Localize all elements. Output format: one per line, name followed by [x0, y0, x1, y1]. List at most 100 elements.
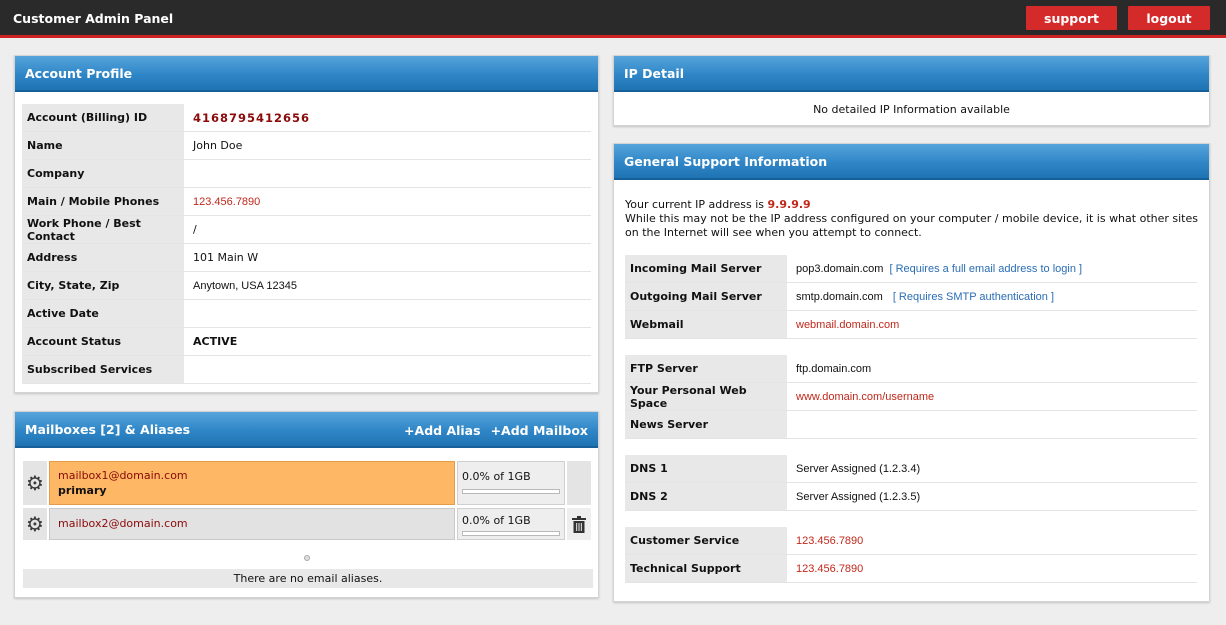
- profile-row-active-date: Active Date: [22, 300, 591, 328]
- support-ip-value: 9.9.9.9: [767, 198, 811, 211]
- pager-dot: [304, 555, 310, 561]
- customer-service-phone[interactable]: 123.456.7890: [787, 527, 1197, 554]
- add-alias-link[interactable]: +Add Alias: [404, 423, 481, 438]
- support-ip-note: While this may not be the IP address con…: [625, 212, 1198, 239]
- ftp-server: ftp.domain.com: [796, 362, 872, 375]
- support-header: General Support Information: [614, 144, 1209, 180]
- web-row-webspace: Your Personal Web Space www.domain.com/u…: [625, 383, 1197, 411]
- profile-key: Active Date: [22, 300, 184, 327]
- mailbox-row: ⚙ mailbox2@domain.com 0.0% of 1GB: [23, 508, 591, 540]
- support-key: DNS 2: [625, 483, 787, 510]
- dns-2-value: Server Assigned (1.2.3.5): [796, 490, 921, 503]
- mailbox-address[interactable]: mailbox2@domain.com: [58, 517, 454, 530]
- profile-value-city: Anytown, USA 12345: [193, 279, 297, 292]
- webmail-link[interactable]: webmail.domain.com: [787, 311, 1197, 338]
- contact-row-customer-service: Customer Service 123.456.7890: [625, 527, 1197, 555]
- mail-value-outgoing: smtp.domain.com [ Requires SMTP authenti…: [787, 283, 1197, 310]
- mailbox-quota-text: 0.0% of 1GB: [462, 514, 531, 527]
- mailbox-quota-text: 0.0% of 1GB: [462, 470, 531, 483]
- mail-row-outgoing: Outgoing Mail Server smtp.domain.com [ R…: [625, 283, 1197, 311]
- mailbox-primary-tag: primary: [58, 484, 107, 497]
- support-button[interactable]: support: [1026, 6, 1117, 30]
- support-key: FTP Server: [625, 355, 787, 382]
- profile-value-work-phone: /: [193, 223, 197, 236]
- profile-value-status: ACTIVE: [193, 335, 238, 348]
- support-ip-info: Your current IP address is 9.9.9.9 While…: [625, 198, 1201, 240]
- ip-detail-panel: IP Detail No detailed IP Information ava…: [613, 55, 1210, 126]
- incoming-server: pop3.domain.com: [796, 262, 884, 275]
- profile-key: Subscribed Services: [22, 356, 184, 383]
- account-profile-header: Account Profile: [15, 56, 598, 92]
- profile-row-work-phone: Work Phone / Best Contact /: [22, 216, 591, 244]
- web-row-news: News Server: [625, 411, 1197, 439]
- profile-row-name: Name John Doe: [22, 132, 591, 160]
- ip-detail-title: IP Detail: [624, 65, 684, 81]
- profile-value-phones[interactable]: 123.456.7890: [184, 188, 591, 215]
- contacts-table: Customer Service 123.456.7890 Technical …: [625, 527, 1197, 583]
- support-ip-prefix: Your current IP address is: [625, 198, 768, 211]
- profile-value-company: [184, 160, 591, 187]
- profile-key: Work Phone / Best Contact: [22, 216, 184, 243]
- profile-row-billing-id: Account (Billing) ID 4168795412656: [22, 104, 591, 132]
- add-mailbox-link[interactable]: +Add Mailbox: [491, 423, 588, 438]
- profile-row-services: Subscribed Services: [22, 356, 591, 384]
- profile-key: Address: [22, 244, 184, 271]
- logout-button[interactable]: logout: [1128, 6, 1210, 30]
- profile-row-status: Account Status ACTIVE: [22, 328, 591, 356]
- outgoing-server: smtp.domain.com: [796, 290, 883, 303]
- support-key: Webmail: [625, 311, 787, 338]
- dns-row-2: DNS 2 Server Assigned (1.2.3.5): [625, 483, 1197, 511]
- mailbox-quota-bar: [462, 531, 560, 536]
- profile-value-active-date: [184, 300, 591, 327]
- trash-icon[interactable]: [567, 508, 591, 540]
- profile-value-address: 101 Main W: [193, 251, 259, 264]
- profile-key: Account (Billing) ID: [22, 104, 184, 131]
- dns-row-1: DNS 1 Server Assigned (1.2.3.4): [625, 455, 1197, 483]
- ip-detail-header: IP Detail: [614, 56, 1209, 92]
- ip-detail-message: No detailed IP Information available: [813, 103, 1010, 116]
- mail-server-table: Incoming Mail Server pop3.domain.com [ R…: [625, 255, 1197, 339]
- mailboxes-header: Mailboxes [2] & Aliases +Add Alias +Add …: [15, 412, 598, 448]
- web-space-link[interactable]: www.domain.com/username: [787, 383, 1197, 410]
- web-row-ftp: FTP Server ftp.domain.com: [625, 355, 1197, 383]
- mailbox-quota: 0.0% of 1GB: [457, 461, 565, 505]
- contact-row-technical-support: Technical Support 123.456.7890: [625, 555, 1197, 583]
- support-key: Technical Support: [625, 555, 787, 582]
- profile-key: Main / Mobile Phones: [22, 188, 184, 215]
- profile-row-city: City, State, Zip Anytown, USA 12345: [22, 272, 591, 300]
- mailbox-actions-cell: [567, 461, 591, 505]
- mailbox-row: ⚙ mailbox1@domain.com primary 0.0% of 1G…: [23, 461, 591, 505]
- news-server: [787, 411, 1197, 438]
- top-bar: Customer Admin Panel support logout: [0, 0, 1226, 38]
- support-title: General Support Information: [624, 153, 828, 169]
- profile-key: Name: [22, 132, 184, 159]
- mail-value-incoming: pop3.domain.com [ Requires a full email …: [787, 255, 1197, 282]
- mailboxes-title: Mailboxes [2] & Aliases: [25, 421, 191, 437]
- mailboxes-panel: Mailboxes [2] & Aliases +Add Alias +Add …: [14, 411, 599, 598]
- gear-icon[interactable]: ⚙: [23, 508, 47, 540]
- support-key: Incoming Mail Server: [625, 255, 787, 282]
- mailbox-address[interactable]: mailbox1@domain.com: [58, 469, 454, 482]
- dns-table: DNS 1 Server Assigned (1.2.3.4) DNS 2 Se…: [625, 455, 1197, 511]
- account-profile-table: Account (Billing) ID 4168795412656 Name …: [22, 104, 591, 384]
- gear-icon[interactable]: ⚙: [23, 461, 47, 505]
- account-profile-title: Account Profile: [25, 65, 133, 81]
- profile-value-services: [184, 356, 591, 383]
- support-key: Outgoing Mail Server: [625, 283, 787, 310]
- incoming-server-note: [ Requires a full email address to login…: [889, 262, 1083, 275]
- profile-key: Company: [22, 160, 184, 187]
- profile-value-billing-id: 4168795412656: [193, 110, 311, 125]
- profile-key: City, State, Zip: [22, 272, 184, 299]
- technical-support-phone[interactable]: 123.456.7890: [787, 555, 1197, 582]
- mailbox-quota: 0.0% of 1GB: [457, 508, 565, 540]
- dns-1-value: Server Assigned (1.2.3.4): [796, 462, 921, 475]
- profile-value-name: John Doe: [193, 139, 243, 152]
- support-key: DNS 1: [625, 455, 787, 482]
- account-profile-panel: Account Profile Account (Billing) ID 416…: [14, 55, 599, 393]
- mailbox-entry[interactable]: mailbox1@domain.com primary: [49, 461, 455, 505]
- mail-row-webmail: Webmail webmail.domain.com: [625, 311, 1197, 339]
- profile-row-phones: Main / Mobile Phones 123.456.7890: [22, 188, 591, 216]
- profile-row-address: Address 101 Main W: [22, 244, 591, 272]
- mailbox-entry[interactable]: mailbox2@domain.com: [49, 508, 455, 540]
- profile-row-company: Company: [22, 160, 591, 188]
